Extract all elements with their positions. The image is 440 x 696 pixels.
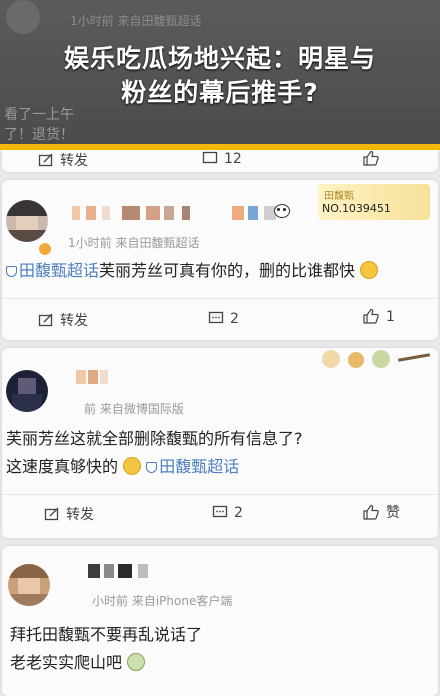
decor-icon-3 bbox=[372, 350, 390, 368]
banner-accent-stripe bbox=[0, 144, 440, 150]
avatar[interactable] bbox=[6, 370, 48, 412]
partial-repost-label: 转发 bbox=[60, 153, 88, 169]
smile-emoji-icon bbox=[123, 457, 142, 475]
topic-shield-icon bbox=[6, 266, 17, 277]
fan-badge[interactable]: 田馥甄 NO.1039451 bbox=[318, 184, 430, 220]
decor-icon-1 bbox=[322, 350, 340, 368]
faint-meta: 1小时前 来自田馥甄超话 bbox=[70, 14, 202, 28]
comment-button[interactable]: 2 bbox=[208, 310, 239, 327]
repost-button[interactable]: 转发 bbox=[44, 504, 94, 524]
like-icon bbox=[363, 308, 379, 324]
repost-icon bbox=[38, 153, 53, 167]
partial-like[interactable] bbox=[362, 150, 386, 167]
fan-badge-number: NO.1039451 bbox=[322, 202, 391, 215]
comment-line-2: 老老实实爬山吧 bbox=[10, 650, 146, 676]
title-banner: 1小时前 来自田馥甄超话 看了一上午 了！退货！ 娱乐吃瓜场地兴起：明星与 粉丝… bbox=[0, 0, 440, 147]
pixelated-username bbox=[76, 370, 116, 384]
decor-branch bbox=[397, 353, 431, 362]
avatar[interactable] bbox=[6, 200, 48, 242]
banner-title: 娱乐吃瓜场地兴起：明星与 粉丝的幕后推手? bbox=[0, 42, 440, 110]
comment-line-2: 这速度真够快的 田馥甄超话 bbox=[6, 454, 239, 480]
repost-icon bbox=[44, 507, 59, 521]
comment-body: 这速度真够快的 bbox=[6, 457, 119, 476]
pixelated-username bbox=[72, 206, 292, 220]
comment-text: 田馥甄超话芙丽芳丝可真有你的，删的比谁都快 bbox=[6, 258, 379, 284]
comment-count: 2 bbox=[230, 311, 239, 327]
banner-title-line-1: 娱乐吃瓜场地兴起：明星与 bbox=[63, 44, 376, 73]
like-icon bbox=[363, 150, 379, 166]
faint-text-2: 了！退货！ bbox=[4, 127, 74, 143]
divider bbox=[2, 494, 438, 495]
faint-avatar bbox=[6, 0, 40, 34]
repost-icon bbox=[38, 313, 53, 327]
comment-icon bbox=[212, 505, 228, 518]
partial-repost[interactable]: 转发 bbox=[38, 150, 88, 170]
fan-badge-label: 田馥甄 bbox=[324, 191, 354, 202]
avatar[interactable] bbox=[8, 564, 50, 606]
repost-label: 转发 bbox=[60, 313, 88, 329]
comment-card-3: 小时前 来自iPhone客户端 拜托田馥甄不要再乱说话了 老老实实爬山吧 bbox=[2, 546, 438, 696]
comment-button[interactable]: 2 bbox=[212, 504, 243, 521]
comment-icon bbox=[202, 151, 218, 164]
divider bbox=[2, 298, 438, 299]
comment-count: 2 bbox=[234, 505, 243, 521]
comment-meta: 1小时前 来自田馥甄超话 bbox=[68, 236, 200, 250]
panda-icon bbox=[272, 202, 290, 218]
partial-comment[interactable]: 12 bbox=[202, 150, 242, 167]
like-button[interactable]: 赞 bbox=[362, 502, 400, 522]
comment-meta: 小时前 来自iPhone客户端 bbox=[92, 594, 233, 608]
comment-icon bbox=[208, 311, 224, 324]
like-icon bbox=[363, 504, 379, 520]
grin-emoji-icon bbox=[127, 653, 146, 671]
comment-line-1: 芙丽芳丝这就全部删除馥甄的所有信息了? bbox=[6, 429, 303, 448]
pixelated-username bbox=[88, 564, 168, 578]
repost-label: 转发 bbox=[66, 507, 94, 523]
comment-card-2: 前 来自微博国际版 芙丽芳丝这就全部删除馥甄的所有信息了? 这速度真够快的 田馥… bbox=[2, 348, 438, 538]
repost-button[interactable]: 转发 bbox=[38, 310, 88, 330]
banner-title-line-2: 粉丝的幕后推手? bbox=[121, 78, 319, 107]
comment-body: 老老实实爬山吧 bbox=[10, 653, 123, 672]
verified-badge bbox=[38, 242, 52, 256]
comment-body: 芙丽芳丝可真有你的，删的比谁都快 bbox=[99, 261, 356, 280]
smile-emoji-icon bbox=[360, 261, 379, 279]
topic-link[interactable]: 田馥甄超话 bbox=[146, 457, 239, 476]
like-label: 赞 bbox=[386, 505, 400, 521]
comment-meta: 前 来自微博国际版 bbox=[84, 402, 184, 416]
like-count: 1 bbox=[386, 309, 395, 325]
decor-icon-2 bbox=[348, 352, 364, 368]
topic-link[interactable]: 田馥甄超话 bbox=[6, 261, 99, 280]
topic-label: 田馥甄超话 bbox=[19, 261, 100, 280]
topic-label: 田馥甄超话 bbox=[159, 457, 240, 476]
partial-comment-count: 12 bbox=[224, 151, 242, 167]
like-button[interactable]: 1 bbox=[362, 308, 395, 325]
topic-shield-icon bbox=[146, 462, 158, 473]
comment-line-1: 拜托田馥甄不要再乱说话了 bbox=[10, 625, 203, 644]
